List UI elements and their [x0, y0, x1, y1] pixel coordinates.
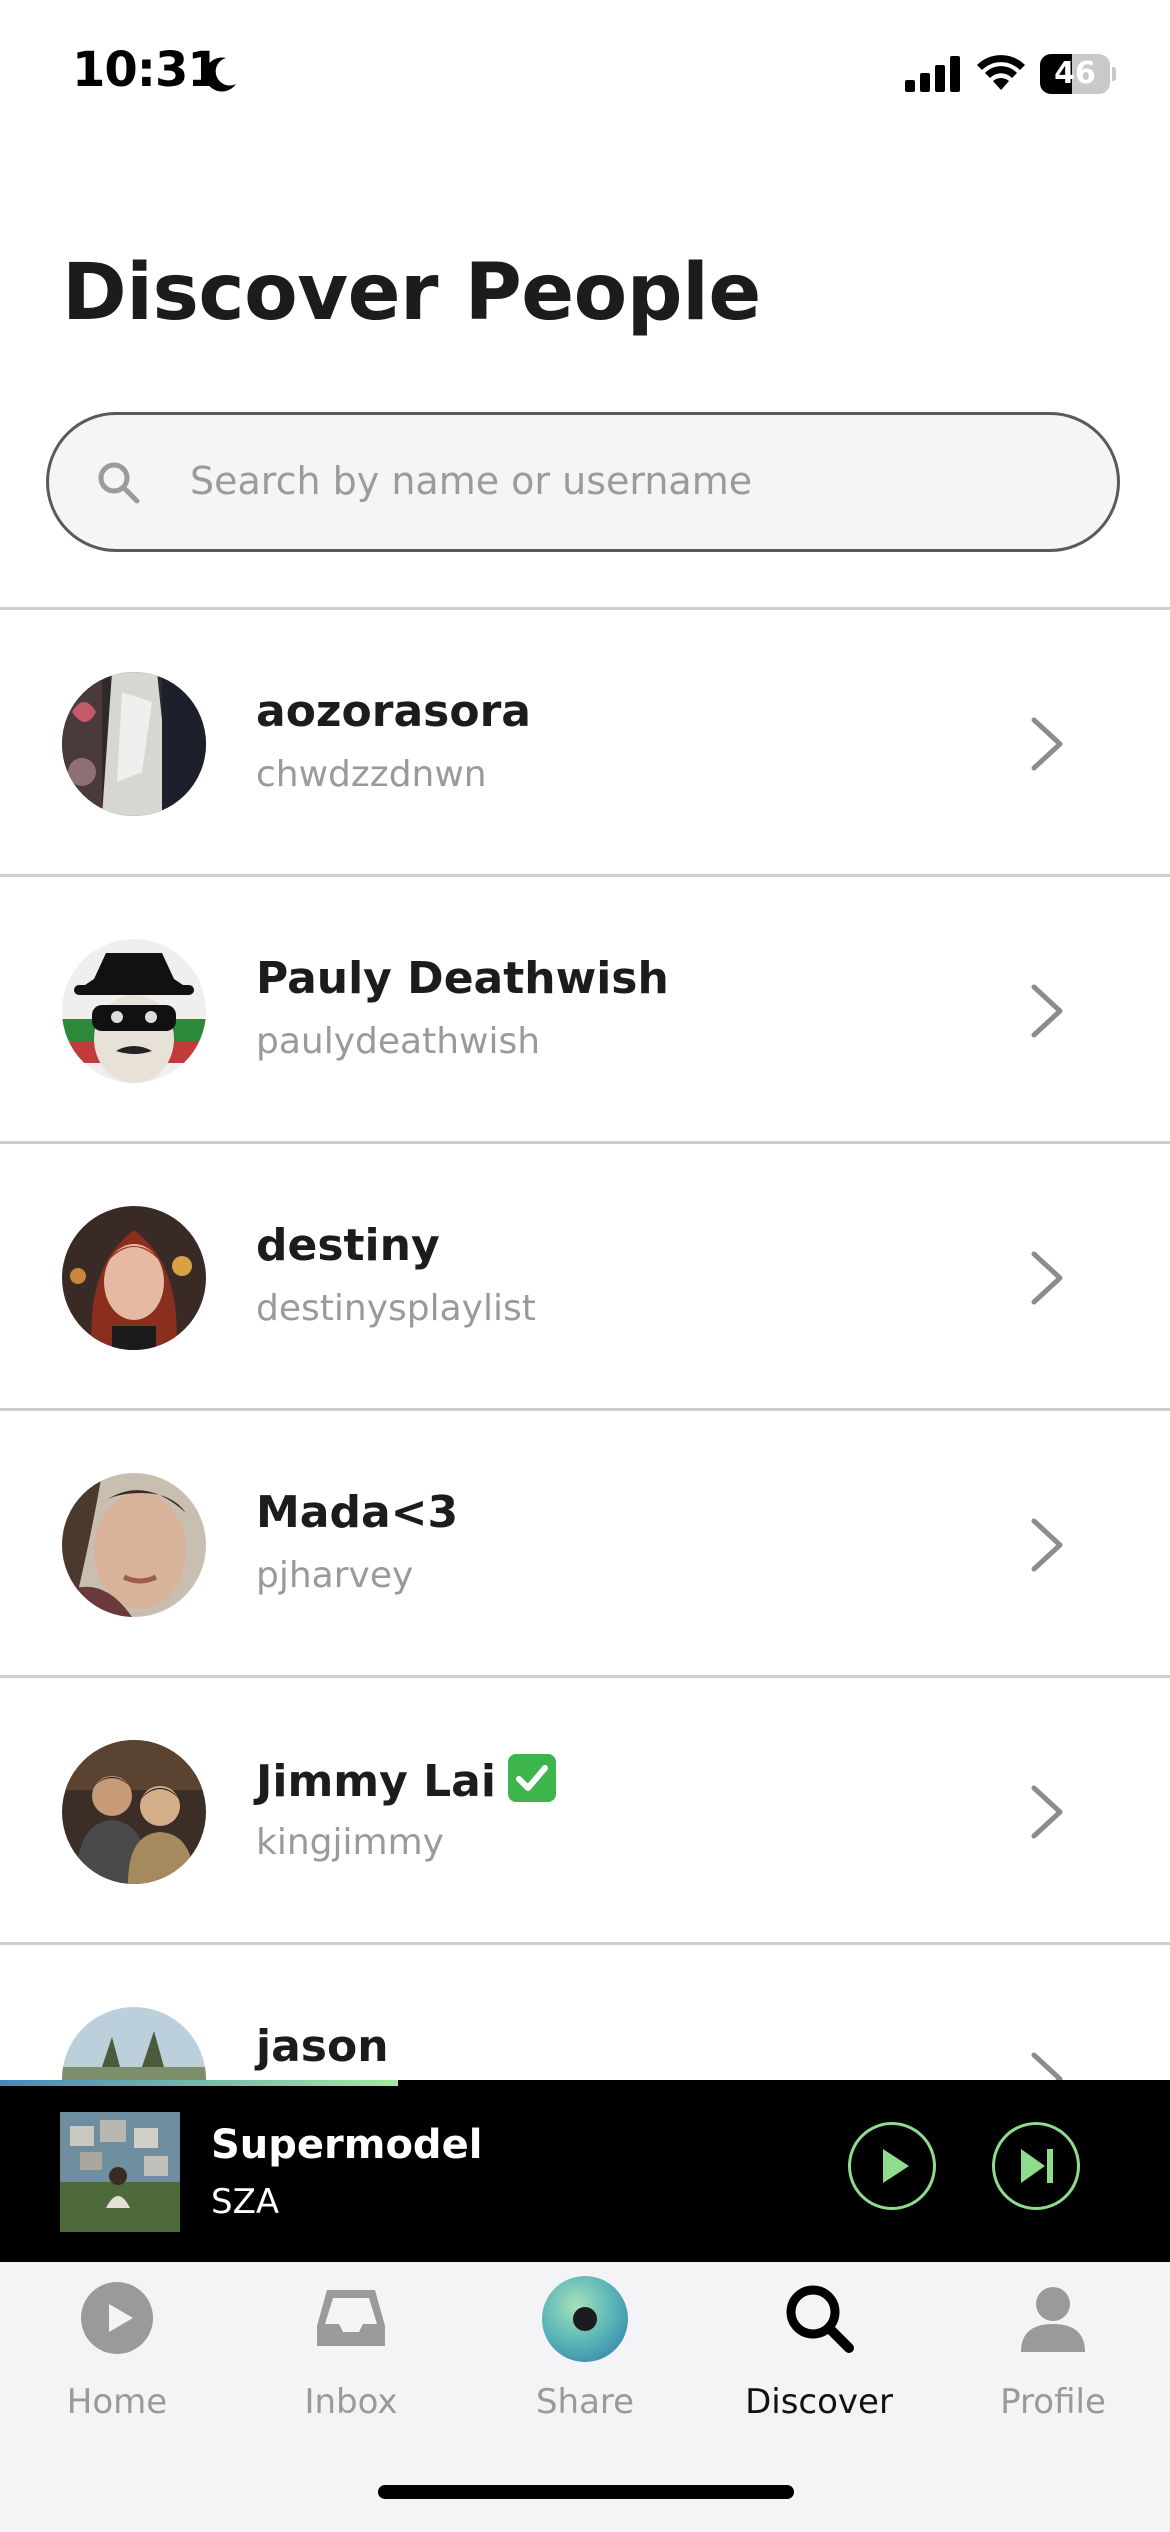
person-username: kingjimmy	[256, 1822, 444, 1863]
tab-share[interactable]: Share	[468, 2262, 702, 2442]
home-indicator	[378, 2485, 794, 2499]
tab-label: Share	[535, 2382, 635, 2422]
person-username: chwdzzdnwn	[256, 754, 487, 795]
person-row[interactable]: Jimmy Lai kingjimmy	[0, 1675, 1170, 1942]
people-list: aozorasora chwdzzdnwn Pauly Deathwish pa…	[0, 607, 1170, 2080]
avatar	[62, 1206, 206, 1350]
person-row[interactable]: jason	[0, 1942, 1170, 2080]
chevron-right-icon	[1031, 1251, 1063, 1305]
tab-inbox[interactable]: Inbox	[234, 2262, 468, 2442]
chevron-right-icon	[1031, 717, 1063, 771]
tab-label: Inbox	[304, 2382, 398, 2422]
chevron-right-icon	[1031, 1785, 1063, 1839]
person-username: paulydeathwish	[256, 1021, 541, 1062]
search-icon	[786, 2285, 854, 2353]
verified-check-icon	[507, 1754, 556, 1802]
person-name: destiny	[256, 1220, 440, 1271]
status-time: 10:31	[72, 42, 221, 98]
person-name: aozorasora	[256, 686, 531, 737]
person-name: jason	[256, 2021, 389, 2072]
battery-icon: 46	[1040, 54, 1116, 94]
moon-icon	[204, 57, 236, 92]
tab-discover[interactable]: Discover	[702, 2262, 936, 2442]
status-bar: 10:31 46	[0, 0, 1170, 150]
person-username: destinysplaylist	[256, 1288, 536, 1329]
play-button[interactable]	[848, 2122, 936, 2210]
person-row[interactable]: aozorasora chwdzzdnwn	[0, 607, 1170, 874]
avatar	[62, 1473, 206, 1617]
track-title: Supermodel	[211, 2122, 483, 2168]
search-input[interactable]: Search by name or username	[46, 412, 1120, 552]
person-row[interactable]: destiny destinysplaylist	[0, 1141, 1170, 1408]
tab-home[interactable]: Home	[0, 2262, 234, 2442]
play-circle-icon	[81, 2282, 153, 2354]
wifi-icon	[977, 55, 1025, 90]
person-name: Jimmy Lai	[256, 1754, 556, 1807]
cellular-signal-icon	[905, 56, 960, 92]
chevron-right-icon	[1031, 2052, 1063, 2080]
mini-player[interactable]: Supermodel SZA	[0, 2086, 1170, 2262]
avatar	[62, 1740, 206, 1884]
chevron-right-icon	[1031, 984, 1063, 1038]
inbox-tray-icon	[317, 2290, 385, 2346]
avatar	[62, 2007, 206, 2080]
track-artist: SZA	[211, 2182, 280, 2222]
person-row[interactable]: Pauly Deathwish paulydeathwish	[0, 874, 1170, 1141]
share-orb-icon	[542, 2276, 628, 2362]
search-icon	[98, 462, 140, 504]
person-name: Mada<3	[256, 1487, 459, 1538]
chevron-right-icon	[1031, 1518, 1063, 1572]
tab-label: Home	[66, 2382, 168, 2422]
tab-profile[interactable]: Profile	[936, 2262, 1170, 2442]
page-title: Discover People	[62, 248, 761, 338]
person-name: Pauly Deathwish	[256, 953, 669, 1004]
skip-next-button[interactable]	[992, 2122, 1080, 2210]
play-icon	[883, 2149, 909, 2183]
tab-label: Profile	[1000, 2382, 1106, 2422]
skip-next-icon	[1021, 2149, 1053, 2183]
person-username: pjharvey	[256, 1555, 414, 1596]
album-art	[60, 2112, 180, 2232]
avatar	[62, 672, 206, 816]
tab-label: Discover	[745, 2382, 893, 2422]
discover-screen: 10:31 46 Discover People Search by name …	[0, 0, 1170, 2532]
search-placeholder: Search by name or username	[190, 459, 753, 503]
person-row[interactable]: Mada<3 pjharvey	[0, 1408, 1170, 1675]
person-icon	[1021, 2287, 1085, 2352]
avatar	[62, 939, 206, 1083]
battery-percentage: 46	[1054, 56, 1096, 91]
